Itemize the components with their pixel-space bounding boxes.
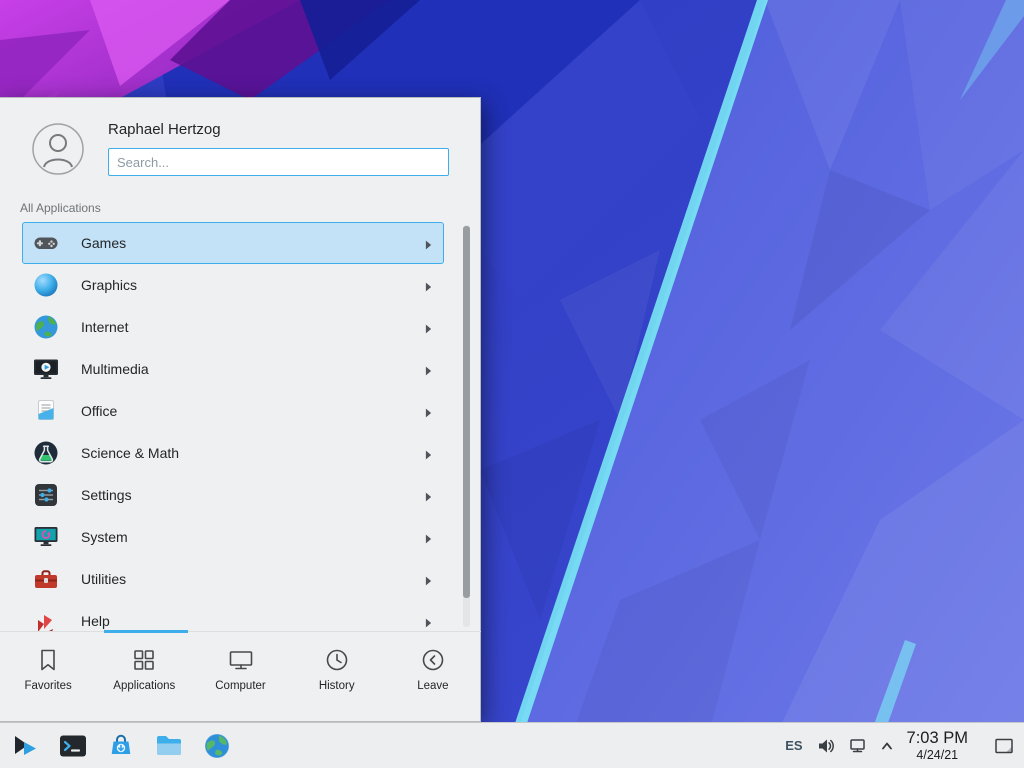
taskbar-launchers xyxy=(0,727,236,765)
clock-date: 4/24/21 xyxy=(907,748,968,762)
tab-computer[interactable]: Computer xyxy=(192,632,288,722)
terminal-button[interactable] xyxy=(54,727,92,765)
submenu-arrow-icon xyxy=(425,616,432,628)
tab-favorites[interactable]: Favorites xyxy=(0,632,96,722)
tab-label: Favorites xyxy=(24,680,71,692)
category-system[interactable]: System xyxy=(22,516,444,558)
active-tab-indicator xyxy=(104,630,188,633)
search-input[interactable] xyxy=(108,148,449,176)
submenu-arrow-icon xyxy=(425,238,432,250)
submenu-arrow-icon xyxy=(425,532,432,544)
toolbox-icon xyxy=(32,565,60,593)
category-label: Games xyxy=(81,235,126,251)
category-label: Utilities xyxy=(81,571,126,587)
file-manager-button[interactable] xyxy=(150,727,188,765)
user-name: Raphael Hertzog xyxy=(108,121,221,138)
grid-icon xyxy=(131,647,157,673)
submenu-arrow-icon xyxy=(425,574,432,586)
terminal-icon xyxy=(58,731,88,761)
section-label: All Applications xyxy=(20,201,101,215)
launcher-icon xyxy=(10,731,40,761)
category-label: Graphics xyxy=(81,277,137,293)
category-settings[interactable]: Settings xyxy=(22,474,444,516)
avatar xyxy=(32,123,84,175)
show-desktop-icon[interactable] xyxy=(994,737,1014,755)
graphics-sphere-icon xyxy=(32,271,60,299)
chevron-up-icon[interactable] xyxy=(881,741,893,751)
category-label: Help xyxy=(81,613,110,629)
application-launcher-menu: Raphael Hertzog All Applications Game xyxy=(0,97,481,722)
tab-label: Applications xyxy=(113,680,175,692)
monitor-play-icon xyxy=(32,355,60,383)
category-label: Office xyxy=(81,403,117,419)
tab-history[interactable]: History xyxy=(289,632,385,722)
submenu-arrow-icon xyxy=(425,364,432,376)
application-launcher-button[interactable] xyxy=(6,727,44,765)
submenu-arrow-icon xyxy=(425,280,432,292)
software-center-button[interactable] xyxy=(102,727,140,765)
folder-icon xyxy=(154,731,184,761)
leave-icon xyxy=(420,647,446,673)
scrollbar-track[interactable] xyxy=(463,225,470,627)
clock-icon xyxy=(324,647,350,673)
globe-icon xyxy=(32,313,60,341)
clock-time: 7:03 PM xyxy=(907,729,968,748)
category-label: Science & Math xyxy=(81,445,179,461)
software-center-icon xyxy=(106,731,136,761)
digital-clock[interactable]: 7:03 PM 4/24/21 xyxy=(907,729,968,762)
category-utilities[interactable]: Utilities xyxy=(22,558,444,600)
computer-icon xyxy=(228,647,254,673)
tab-label: History xyxy=(319,680,355,692)
scrollbar-thumb[interactable] xyxy=(463,226,470,598)
network-icon[interactable] xyxy=(849,737,867,755)
category-science-math[interactable]: Science & Math xyxy=(22,432,444,474)
submenu-arrow-icon xyxy=(425,406,432,418)
tab-applications[interactable]: Applications xyxy=(96,632,192,722)
category-label: Internet xyxy=(81,319,128,335)
category-office[interactable]: Office xyxy=(22,390,444,432)
tab-label: Leave xyxy=(417,680,448,692)
submenu-arrow-icon xyxy=(425,490,432,502)
flask-icon xyxy=(32,439,60,467)
keyboard-layout-indicator[interactable]: ES xyxy=(785,738,802,753)
category-label: Settings xyxy=(81,487,132,503)
volume-icon[interactable] xyxy=(817,737,835,755)
submenu-arrow-icon xyxy=(425,322,432,334)
category-label: System xyxy=(81,529,128,545)
taskbar: ES 7:03 PM 4/24/21 xyxy=(0,722,1024,768)
bookmark-icon xyxy=(35,647,61,673)
document-icon xyxy=(32,397,60,425)
tab-leave[interactable]: Leave xyxy=(385,632,481,722)
system-tray: ES 7:03 PM 4/24/21 xyxy=(785,729,1024,762)
category-games[interactable]: Games xyxy=(22,222,444,264)
category-list: Games Graphics xyxy=(0,222,481,631)
category-internet[interactable]: Internet xyxy=(22,306,444,348)
tab-bar: Favorites Applications Computer xyxy=(0,631,481,722)
category-multimedia[interactable]: Multimedia xyxy=(22,348,444,390)
submenu-arrow-icon xyxy=(425,448,432,460)
desktop: Raphael Hertzog All Applications Game xyxy=(0,0,1024,768)
tab-label: Computer xyxy=(215,680,266,692)
web-browser-globe-icon xyxy=(202,731,232,761)
system-monitor-icon xyxy=(32,523,60,551)
category-graphics[interactable]: Graphics xyxy=(22,264,444,306)
help-arrows-icon xyxy=(32,607,60,631)
web-browser-button[interactable] xyxy=(198,727,236,765)
category-label: Multimedia xyxy=(81,361,149,377)
category-help[interactable]: Help xyxy=(22,600,444,631)
gamepad-icon xyxy=(32,229,60,257)
sliders-icon xyxy=(32,481,60,509)
